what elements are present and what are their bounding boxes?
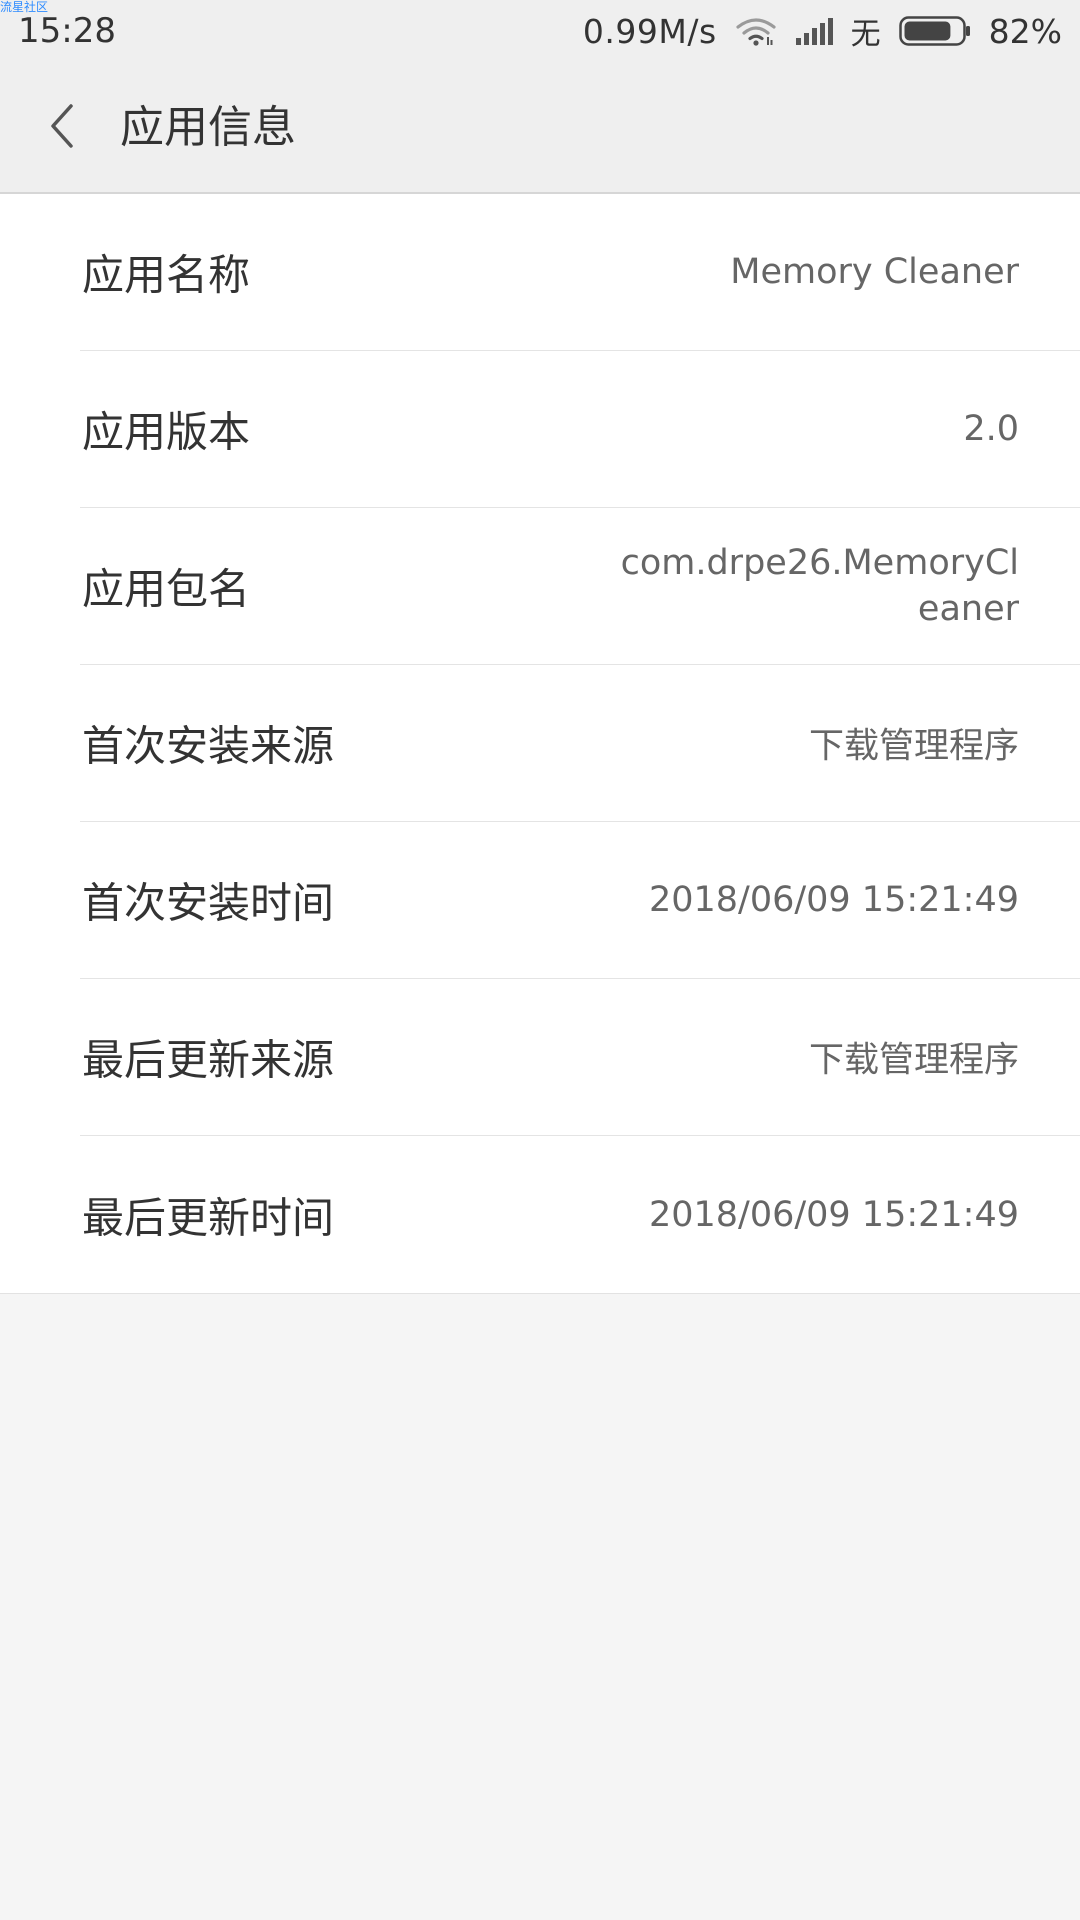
row-value: Memory Cleaner xyxy=(730,252,1019,292)
back-button[interactable] xyxy=(38,96,86,156)
row-label: 应用名称 xyxy=(82,250,251,300)
row-label: 最后更新来源 xyxy=(82,1035,335,1085)
status-indicators: 0.99M/s 无 82% xyxy=(582,10,1062,53)
page-title: 应用信息 xyxy=(120,102,296,153)
info-row-first-install-time: 首次安装时间 2018/06/09 15:21:49 xyxy=(80,822,1080,979)
battery-percent: 82% xyxy=(988,11,1062,51)
status-time: 15:28 xyxy=(18,11,116,51)
info-row-last-update-time: 最后更新时间 2018/06/09 15:21:49 xyxy=(80,1136,1080,1293)
info-row-first-install-source: 首次安装来源 下载管理程序 xyxy=(80,665,1080,822)
row-label: 最后更新时间 xyxy=(82,1193,335,1242)
signal-icon xyxy=(795,17,833,45)
battery-icon xyxy=(898,16,971,46)
wifi-icon xyxy=(735,16,777,46)
app-info-list: 应用名称 Memory Cleaner 应用版本 2.0 应用包名 com.dr… xyxy=(0,194,1080,1294)
no-sim-label: 无 xyxy=(850,17,881,52)
app-header: 应用信息 xyxy=(0,62,1080,194)
row-value: 2.0 xyxy=(963,409,1019,449)
row-value: com.drpe26.MemoryCleaner xyxy=(620,543,1019,629)
info-row-app-version: 应用版本 2.0 xyxy=(80,351,1080,508)
row-value: 2018/06/09 15:21:49 xyxy=(648,1194,1019,1235)
row-label: 应用包名 xyxy=(82,564,251,614)
row-label: 应用版本 xyxy=(82,407,251,457)
info-row-app-name: 应用名称 Memory Cleaner xyxy=(80,194,1080,351)
row-value: 下载管理程序 xyxy=(808,1040,1019,1081)
status-bar: 流星社区 15:28 0.99M/s 无 82% xyxy=(0,0,1080,62)
row-value: 下载管理程序 xyxy=(808,726,1019,767)
network-speed: 0.99M/s xyxy=(582,11,717,51)
info-row-last-update-source: 最后更新来源 下载管理程序 xyxy=(80,979,1080,1136)
info-row-package-name: 应用包名 com.drpe26.MemoryCleaner xyxy=(80,508,1080,665)
row-value: 2018/06/09 15:21:49 xyxy=(648,880,1019,920)
chevron-left-icon xyxy=(51,104,73,148)
row-label: 首次安装来源 xyxy=(82,721,335,771)
row-label: 首次安装时间 xyxy=(82,878,335,928)
